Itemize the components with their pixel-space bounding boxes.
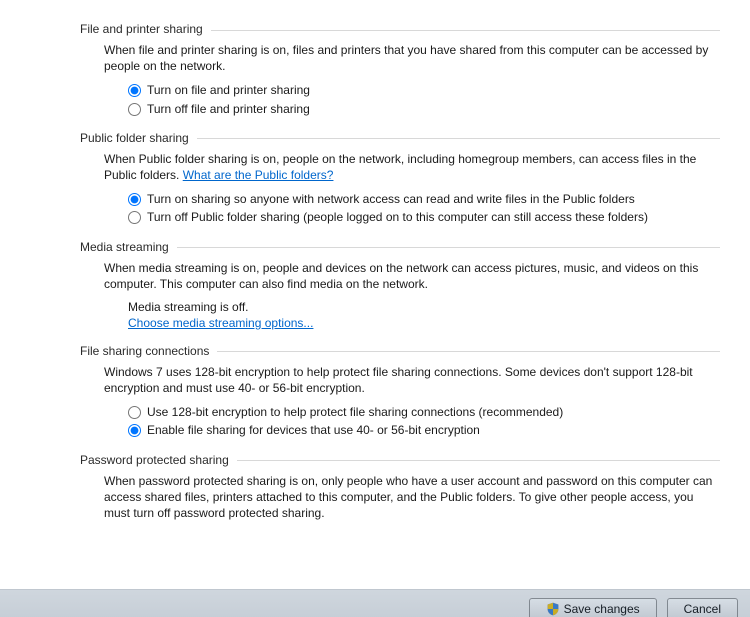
divider <box>217 351 720 352</box>
radio-label-pf-off[interactable]: Turn off Public folder sharing (people l… <box>147 209 648 225</box>
desc-file-printer: When file and printer sharing is on, fil… <box>104 42 720 74</box>
media-streaming-status: Media streaming is off. <box>128 300 720 314</box>
divider <box>237 460 720 461</box>
section-file-sharing-connections: File sharing connections Windows 7 uses … <box>80 344 720 439</box>
section-file-printer-sharing: File and printer sharing When file and p… <box>80 22 720 117</box>
divider <box>197 138 720 139</box>
section-title-file-sharing-conn: File sharing connections <box>80 344 217 358</box>
radio-fsc-4056[interactable] <box>128 424 141 437</box>
radio-pf-off[interactable] <box>128 211 141 224</box>
link-choose-media-streaming[interactable]: Choose media streaming options... <box>128 316 313 330</box>
divider <box>177 247 720 248</box>
radio-pf-on[interactable] <box>128 193 141 206</box>
radio-label-fp-off[interactable]: Turn off file and printer sharing <box>147 101 310 117</box>
section-password-protected-sharing: Password protected sharing When password… <box>80 453 720 522</box>
radio-fsc-128[interactable] <box>128 406 141 419</box>
radio-fp-on[interactable] <box>128 84 141 97</box>
radio-label-pf-on[interactable]: Turn on sharing so anyone with network a… <box>147 191 635 207</box>
radio-label-fsc-4056[interactable]: Enable file sharing for devices that use… <box>147 422 480 438</box>
section-title-file-printer: File and printer sharing <box>80 22 211 36</box>
radio-fp-off[interactable] <box>128 103 141 116</box>
section-public-folder-sharing: Public folder sharing When Public folder… <box>80 131 720 226</box>
desc-file-sharing-conn: Windows 7 uses 128-bit encryption to hel… <box>104 364 720 396</box>
link-what-are-public-folders[interactable]: What are the Public folders? <box>183 168 334 182</box>
radio-label-fsc-128[interactable]: Use 128-bit encryption to help protect f… <box>147 404 563 420</box>
section-media-streaming: Media streaming When media streaming is … <box>80 240 720 330</box>
radio-label-fp-on[interactable]: Turn on file and printer sharing <box>147 82 310 98</box>
desc-media-streaming: When media streaming is on, people and d… <box>104 260 720 292</box>
section-title-public-folder: Public folder sharing <box>80 131 197 145</box>
taskbar-strip <box>0 589 750 617</box>
section-title-media-streaming: Media streaming <box>80 240 177 254</box>
section-title-password-protected: Password protected sharing <box>80 453 237 467</box>
desc-public-folder: When Public folder sharing is on, people… <box>104 151 720 183</box>
desc-password-protected: When password protected sharing is on, o… <box>104 473 720 522</box>
divider <box>211 30 720 31</box>
